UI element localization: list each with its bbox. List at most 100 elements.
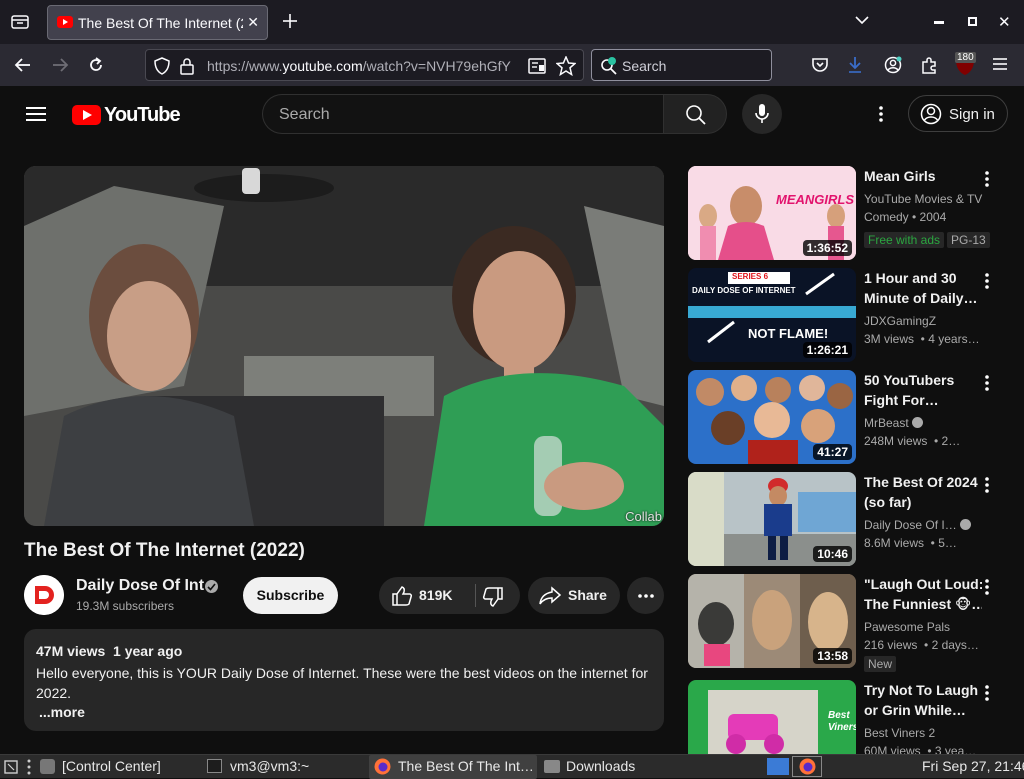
control-center-icon: [40, 759, 55, 774]
tab-overview-icon[interactable]: [11, 14, 29, 30]
recommendation-thumbnail[interactable]: MEANGIRLS 1:36:52: [688, 166, 856, 260]
reader-view-icon[interactable]: [528, 57, 546, 75]
recommendation-thumbnail[interactable]: 13:58: [688, 574, 856, 668]
recommendation-thumbnail[interactable]: Best Viners: [688, 680, 856, 754]
recommendation-item[interactable]: 41:27 50 YouTubers Fight For… MrBeast 24…: [688, 370, 1008, 464]
recommendation-thumbnail[interactable]: 41:27: [688, 370, 856, 464]
thumbs-up-icon: [392, 586, 413, 606]
url-text: https://www.youtube.com/watch?v=NVH79ehG…: [207, 58, 517, 74]
pocket-icon[interactable]: [811, 57, 829, 73]
search-icon: [686, 105, 706, 125]
sign-in-button[interactable]: Sign in: [908, 95, 1008, 132]
subscribe-button[interactable]: Subscribe: [243, 577, 338, 614]
bookmark-star-icon[interactable]: [556, 56, 576, 76]
youtube-search-button[interactable]: [663, 94, 727, 134]
channel-logo-icon: [24, 575, 64, 615]
browser-nav-bar: https://www.youtube.com/watch?v=NVH79ehG…: [0, 44, 1024, 86]
recommendation-item[interactable]: 13:58 "Laugh Out Loud: The Funniest 🐵… P…: [688, 574, 1008, 672]
recommendation-title: "Laugh Out Loud: The Funniest 🐵…: [864, 576, 982, 612]
youtube-search-input[interactable]: Search: [279, 106, 330, 124]
show-more-link[interactable]: ...more: [39, 704, 85, 720]
back-icon[interactable]: [14, 57, 32, 73]
new-tab-icon[interactable]: [281, 12, 299, 30]
sign-in-label: Sign in: [949, 106, 995, 123]
more-actions-button[interactable]: [627, 577, 664, 614]
terminal-icon: [207, 759, 222, 773]
taskbar-control-center[interactable]: [Control Center]: [62, 758, 161, 774]
dislike-button[interactable]: [476, 577, 520, 614]
workspace-1-icon[interactable]: [767, 758, 789, 775]
youtube-header: YouTube Search Sign in: [0, 86, 1024, 142]
tab-close-icon[interactable]: ✕: [247, 14, 259, 31]
recommendation-title: 50 YouTubers Fight For…: [864, 372, 955, 408]
recommendation-item[interactable]: 10:46 The Best Of 2024 (so far) Daily Do…: [688, 472, 1008, 566]
app-menu-icon[interactable]: [992, 57, 1008, 71]
channel-avatar[interactable]: [24, 575, 64, 615]
share-label: Share: [568, 587, 607, 603]
lock-icon[interactable]: [180, 57, 194, 75]
item-menu-icon[interactable]: [984, 170, 992, 188]
maximize-icon[interactable]: [968, 17, 977, 26]
recommendation-channel-name: MrBeast: [864, 416, 909, 430]
verified-check-icon: [205, 580, 218, 593]
minimize-icon[interactable]: [934, 21, 944, 24]
forward-icon[interactable]: [51, 57, 69, 73]
youtube-logo-text: YouTube: [104, 104, 181, 126]
firefox-icon: [374, 758, 391, 775]
recommendation-thumbnail[interactable]: 10:46: [688, 472, 856, 566]
browser-search-bar[interactable]: Search: [591, 49, 772, 81]
recommendation-item[interactable]: SERIES 6 DAILY DOSE OF INTERNET NOT FLAM…: [688, 268, 1008, 362]
new-badge: New: [864, 656, 897, 672]
recommendation-item[interactable]: MEANGIRLS 1:36:52 Mean Girls YouTube Mov…: [688, 166, 1008, 260]
item-menu-icon[interactable]: [984, 272, 992, 290]
video-frame: [24, 166, 664, 526]
taskbar-terminal[interactable]: vm3@vm3:~: [230, 758, 309, 774]
downloads-icon[interactable]: [847, 56, 863, 74]
channel-name[interactable]: Daily Dose Of Internet: [76, 577, 204, 595]
youtube-favicon-icon: [57, 16, 73, 28]
apps-menu-icon[interactable]: [4, 760, 18, 774]
url-bar[interactable]: https://www.youtube.com/watch?v=NVH79ehG…: [145, 49, 584, 81]
account-icon[interactable]: [884, 56, 902, 74]
voice-search-button[interactable]: [742, 94, 782, 134]
item-menu-icon[interactable]: [984, 374, 992, 392]
item-menu-icon[interactable]: [984, 578, 992, 596]
reload-icon[interactable]: [87, 56, 105, 74]
video-watermark: Collab: [625, 509, 662, 524]
recommendation-channel: MrBeast: [864, 416, 924, 430]
video-player[interactable]: Collab: [24, 166, 664, 526]
workspace-2-icon[interactable]: [792, 756, 822, 777]
extensions-icon[interactable]: [920, 56, 938, 74]
youtube-search-box[interactable]: Search: [262, 94, 664, 134]
youtube-logo[interactable]: YouTube: [72, 104, 181, 128]
close-window-icon[interactable]: ✕: [998, 13, 1011, 31]
recommendation-channel-name: Daily Dose Of I…: [864, 518, 957, 532]
share-button[interactable]: Share: [528, 577, 620, 614]
url-path: /watch?v=NVH79ehGfY: [362, 58, 511, 74]
browser-tab[interactable]: The Best Of The Internet (2022) ✕: [47, 5, 268, 40]
description-box[interactable]: 47M views 1 year ago Hello everyone, thi…: [24, 629, 664, 731]
item-menu-icon[interactable]: [984, 684, 992, 702]
settings-kebab-icon[interactable]: [878, 105, 884, 123]
recommendation-thumb-text: Best Viners: [828, 710, 856, 733]
recommendation-item[interactable]: Best Viners Try Not To Laugh or Grin Whi…: [688, 680, 1008, 754]
like-button[interactable]: 819K: [379, 577, 475, 614]
rating-badge: PG-13: [947, 232, 990, 248]
taskbar-clock[interactable]: Fri Sep 27, 21:46: [922, 758, 1024, 774]
recommendation-title: Mean Girls: [864, 168, 936, 184]
drag-handle-icon[interactable]: [27, 759, 31, 775]
item-menu-icon[interactable]: [984, 476, 992, 494]
guide-menu-icon[interactable]: [26, 106, 46, 122]
list-all-tabs-chevron-icon[interactable]: [854, 15, 870, 25]
taskbar-firefox: The Best Of The Int…: [398, 758, 534, 774]
recommendation-thumb-text: NOT FLAME!: [748, 326, 829, 341]
recommendation-thumbnail[interactable]: SERIES 6 DAILY DOSE OF INTERNET NOT FLAM…: [688, 268, 856, 362]
browser-tab-strip: The Best Of The Internet (2022) ✕ ✕: [0, 0, 1024, 44]
youtube-logo-icon: [72, 105, 101, 125]
taskbar-downloads[interactable]: Downloads: [566, 758, 635, 774]
tracking-shield-icon[interactable]: [154, 57, 170, 75]
duration-badge: 1:36:52: [802, 240, 852, 256]
user-circle-icon: [920, 103, 942, 125]
browser-search-placeholder: Search: [622, 58, 667, 74]
verified-check-icon: [912, 417, 924, 428]
